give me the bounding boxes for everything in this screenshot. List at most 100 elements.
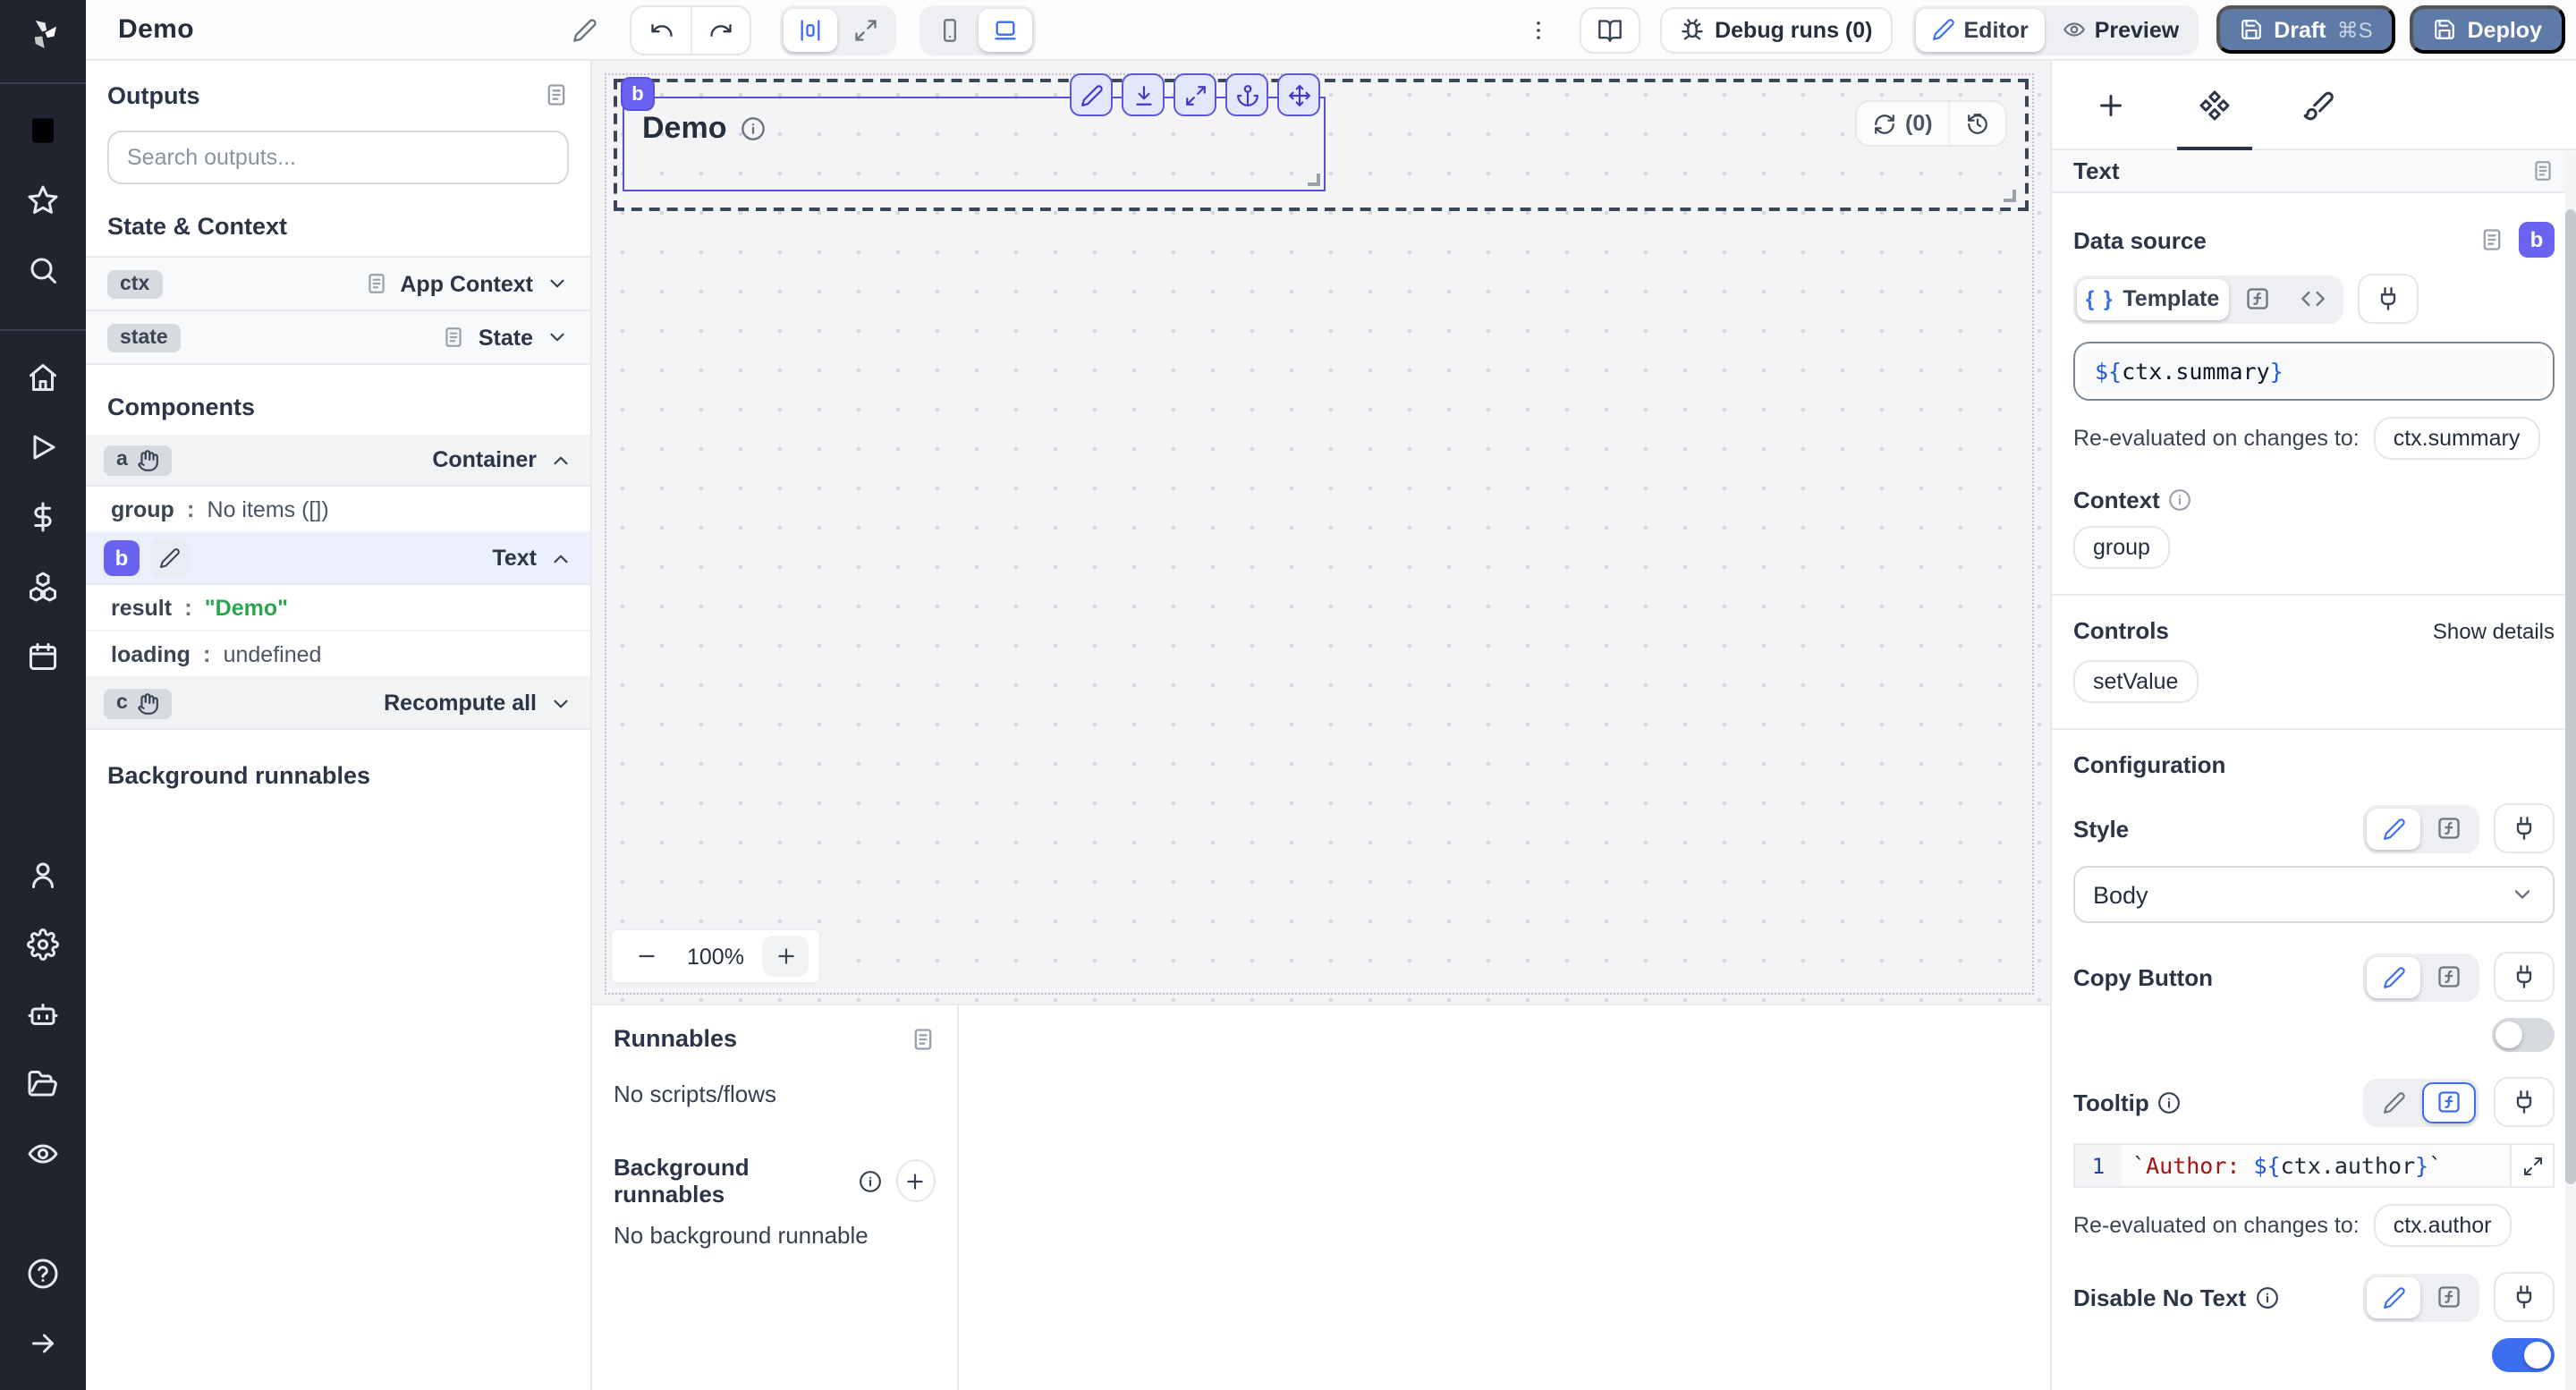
sidebar-item-variables[interactable] [14, 488, 72, 546]
show-details-link[interactable]: Show details [2433, 618, 2555, 643]
settings-scrollbar[interactable] [2565, 152, 2576, 1390]
mobile-view-button[interactable] [924, 8, 978, 51]
app-canvas[interactable]: b Demo [592, 61, 2050, 1004]
style-static-button[interactable] [2367, 808, 2420, 849]
zoom-out-button[interactable] [623, 936, 669, 977]
connect-style-button[interactable] [2494, 803, 2555, 853]
docs-button[interactable] [1579, 6, 1640, 53]
disable-function-button[interactable] [2422, 1276, 2476, 1318]
copy-button-toggle[interactable] [2492, 1018, 2555, 1052]
sidebar-item-audit[interactable] [14, 1125, 72, 1182]
sidebar-divider [0, 329, 86, 331]
windmill-logo-icon[interactable] [25, 16, 61, 61]
device-toggle [920, 4, 1037, 55]
chevron-up-icon[interactable] [549, 448, 572, 471]
tab-insert-component[interactable] [2059, 61, 2163, 148]
style-select[interactable]: Body [2073, 866, 2555, 923]
output-row-ctx[interactable]: ctx App Context [86, 258, 590, 311]
template-expression-input[interactable]: ${ctx.summary} [2073, 342, 2555, 401]
debug-runs-button[interactable]: Debug runs (0) [1659, 6, 1892, 53]
sidebar-item-runs[interactable] [14, 419, 72, 476]
chevron-down-icon[interactable] [546, 272, 569, 295]
refresh-app-button[interactable]: (0) [1857, 102, 1949, 145]
add-background-runnable-button[interactable] [895, 1159, 936, 1202]
zoom-controls: 100% [610, 928, 821, 984]
rename-component-button[interactable] [150, 538, 190, 578]
connect-copy-button[interactable] [2494, 952, 2555, 1002]
chevron-down-icon[interactable] [546, 326, 569, 349]
editor-tab[interactable]: Editor [1916, 8, 2045, 51]
redo-button[interactable] [691, 6, 750, 53]
sidebar-item-users[interactable] [14, 846, 72, 903]
expand-editor-button[interactable] [2510, 1145, 2553, 1186]
sidebar-item-workers[interactable] [14, 986, 72, 1043]
component-row-c[interactable]: c Recompute all [86, 678, 590, 730]
container-resize-handle[interactable] [2004, 190, 2016, 202]
bound-component-badge[interactable]: b [2519, 222, 2555, 258]
sidebar-item-apps[interactable] [14, 102, 72, 159]
desktop-view-button[interactable] [979, 8, 1033, 51]
sidebar-item-folders[interactable] [14, 1055, 72, 1113]
setvalue-chip[interactable]: setValue [2073, 660, 2198, 703]
connect-tooltip-button[interactable] [2494, 1077, 2555, 1127]
disable-no-text-toggle[interactable] [2492, 1338, 2555, 1372]
prop-colon: : [187, 496, 195, 522]
connect-data-source-button[interactable] [2357, 274, 2418, 324]
sidebar-item-help[interactable] [14, 1245, 72, 1302]
copy-function-button[interactable] [2422, 956, 2476, 997]
insert-below-button[interactable] [1122, 73, 1165, 116]
preview-tab[interactable]: Preview [2046, 8, 2196, 51]
zoom-in-button[interactable] [762, 936, 809, 977]
sidebar-item-favorites[interactable] [14, 172, 72, 229]
sidebar-item-home[interactable] [14, 349, 72, 406]
edit-component-button[interactable] [1070, 73, 1113, 116]
component-resize-handle[interactable] [1308, 174, 1320, 186]
panel-list-icon[interactable] [2531, 159, 2555, 182]
panel-list-icon[interactable] [544, 82, 569, 107]
output-row-state[interactable]: state State [86, 311, 590, 365]
sidebar-item-schedules[interactable] [14, 628, 72, 685]
deploy-button[interactable]: Deploy [2411, 5, 2565, 54]
more-menu-button[interactable] [1514, 6, 1561, 53]
template-mode-button[interactable]: { } Template [2077, 278, 2228, 319]
context-chip[interactable]: group [2073, 526, 2170, 569]
runnables-empty-text: No scripts/flows [614, 1081, 936, 1107]
sidebar-item-search[interactable] [14, 242, 72, 299]
tab-global-styling[interactable] [2267, 61, 2370, 148]
chevron-down-icon[interactable] [549, 691, 572, 715]
search-outputs-input[interactable] [107, 131, 569, 184]
panel-list-icon[interactable] [911, 1026, 936, 1051]
component-b-type: Text [492, 546, 537, 571]
sidebar-item-settings[interactable] [14, 916, 72, 973]
sidebar-expand-button[interactable] [14, 1315, 72, 1372]
sidebar-item-resources[interactable] [14, 558, 72, 615]
edit-title-button[interactable] [563, 6, 609, 53]
tooltip-static-button[interactable] [2367, 1081, 2420, 1123]
tab-component-settings[interactable] [2163, 61, 2267, 148]
copy-static-button[interactable] [2367, 956, 2420, 997]
section-divider [2052, 728, 2576, 730]
refresh-history-button[interactable] [1949, 102, 2006, 145]
outputs-title: Outputs [107, 82, 200, 109]
disable-static-button[interactable] [2367, 1276, 2420, 1318]
style-function-button[interactable] [2422, 808, 2476, 849]
tooltip-function-button[interactable] [2422, 1081, 2476, 1123]
component-row-b-selected[interactable]: b Text [86, 533, 590, 585]
prop-colon: : [203, 640, 211, 667]
reevaluated-chip[interactable]: ctx.author [2374, 1204, 2512, 1247]
draft-button[interactable]: Draft ⌘S [2216, 5, 2395, 54]
anchor-component-button[interactable] [1225, 73, 1268, 116]
component-row-a[interactable]: a Container [86, 435, 590, 487]
function-mode-button[interactable] [2230, 278, 2284, 319]
tooltip-code-editor[interactable]: 1 `Author: ${ctx.author}` [2073, 1143, 2555, 1188]
move-component-button[interactable] [1277, 73, 1320, 116]
undo-button[interactable] [632, 6, 691, 53]
expand-component-button[interactable] [1174, 73, 1216, 116]
center-canvas-button[interactable] [784, 8, 838, 51]
scrollbar-thumb[interactable] [2565, 209, 2576, 1184]
reevaluated-chip[interactable]: ctx.summary [2374, 417, 2540, 460]
fullscreen-canvas-button[interactable] [840, 8, 894, 51]
connect-disable-button[interactable] [2494, 1272, 2555, 1322]
code-mode-button[interactable] [2285, 278, 2339, 319]
chevron-up-icon[interactable] [549, 547, 572, 570]
